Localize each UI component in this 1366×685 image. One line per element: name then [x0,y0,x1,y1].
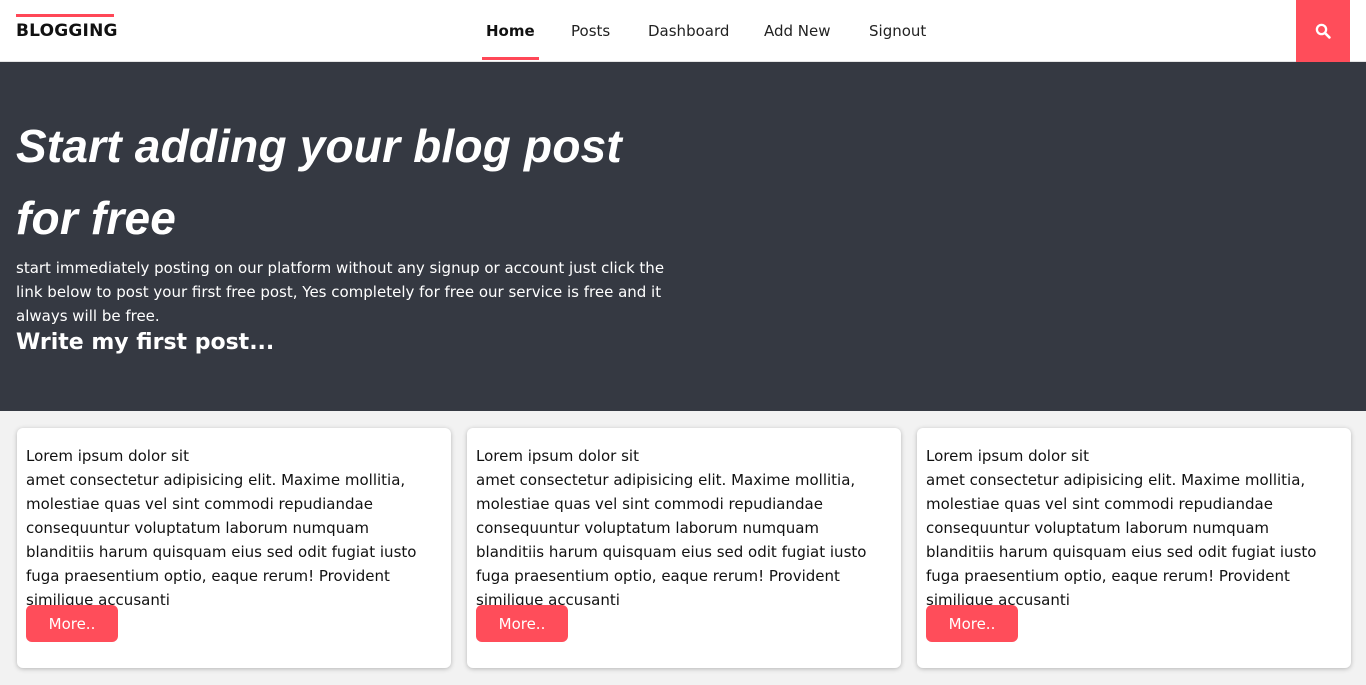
more-button[interactable]: More.. [476,605,568,642]
post-card-title: Lorem ipsum dolor sit [926,447,1089,465]
post-card-excerpt: amet consectetur adipisicing elit. Maxim… [476,471,867,608]
more-button[interactable]: More.. [26,605,118,642]
write-first-post-link[interactable]: Write my first post... [16,330,274,355]
post-card: Lorem ipsum dolor sit amet consectetur a… [17,428,451,668]
post-card: Lorem ipsum dolor sit amet consectetur a… [917,428,1351,668]
search-button[interactable] [1296,0,1350,62]
hero-description: start immediately posting on our platfor… [16,259,665,325]
more-button[interactable]: More.. [926,605,1018,642]
post-card-excerpt: amet consectetur adipisicing elit. Maxim… [926,471,1317,608]
nav-item-dashboard[interactable]: Dashboard [648,0,729,62]
post-card-excerpt: amet consectetur adipisicing elit. Maxim… [26,471,417,608]
hero-banner: Start adding your blog post for free sta… [0,62,1366,411]
search-icon [1315,23,1331,39]
top-navbar: BLOGGING Home Posts Dashboard Add New Si… [0,0,1366,62]
nav-item-home[interactable]: Home [482,0,539,62]
post-card-title: Lorem ipsum dolor sit [26,447,189,465]
brand-logo[interactable]: BLOGGING [16,14,118,41]
post-card-title: Lorem ipsum dolor sit [476,447,639,465]
hero-title: Start adding your blog post for free [16,120,622,244]
post-card: Lorem ipsum dolor sit amet consectetur a… [467,428,901,668]
nav-item-add-new[interactable]: Add New [764,0,831,62]
nav-item-posts[interactable]: Posts [571,0,610,62]
nav-item-signout[interactable]: Signout [869,0,926,62]
